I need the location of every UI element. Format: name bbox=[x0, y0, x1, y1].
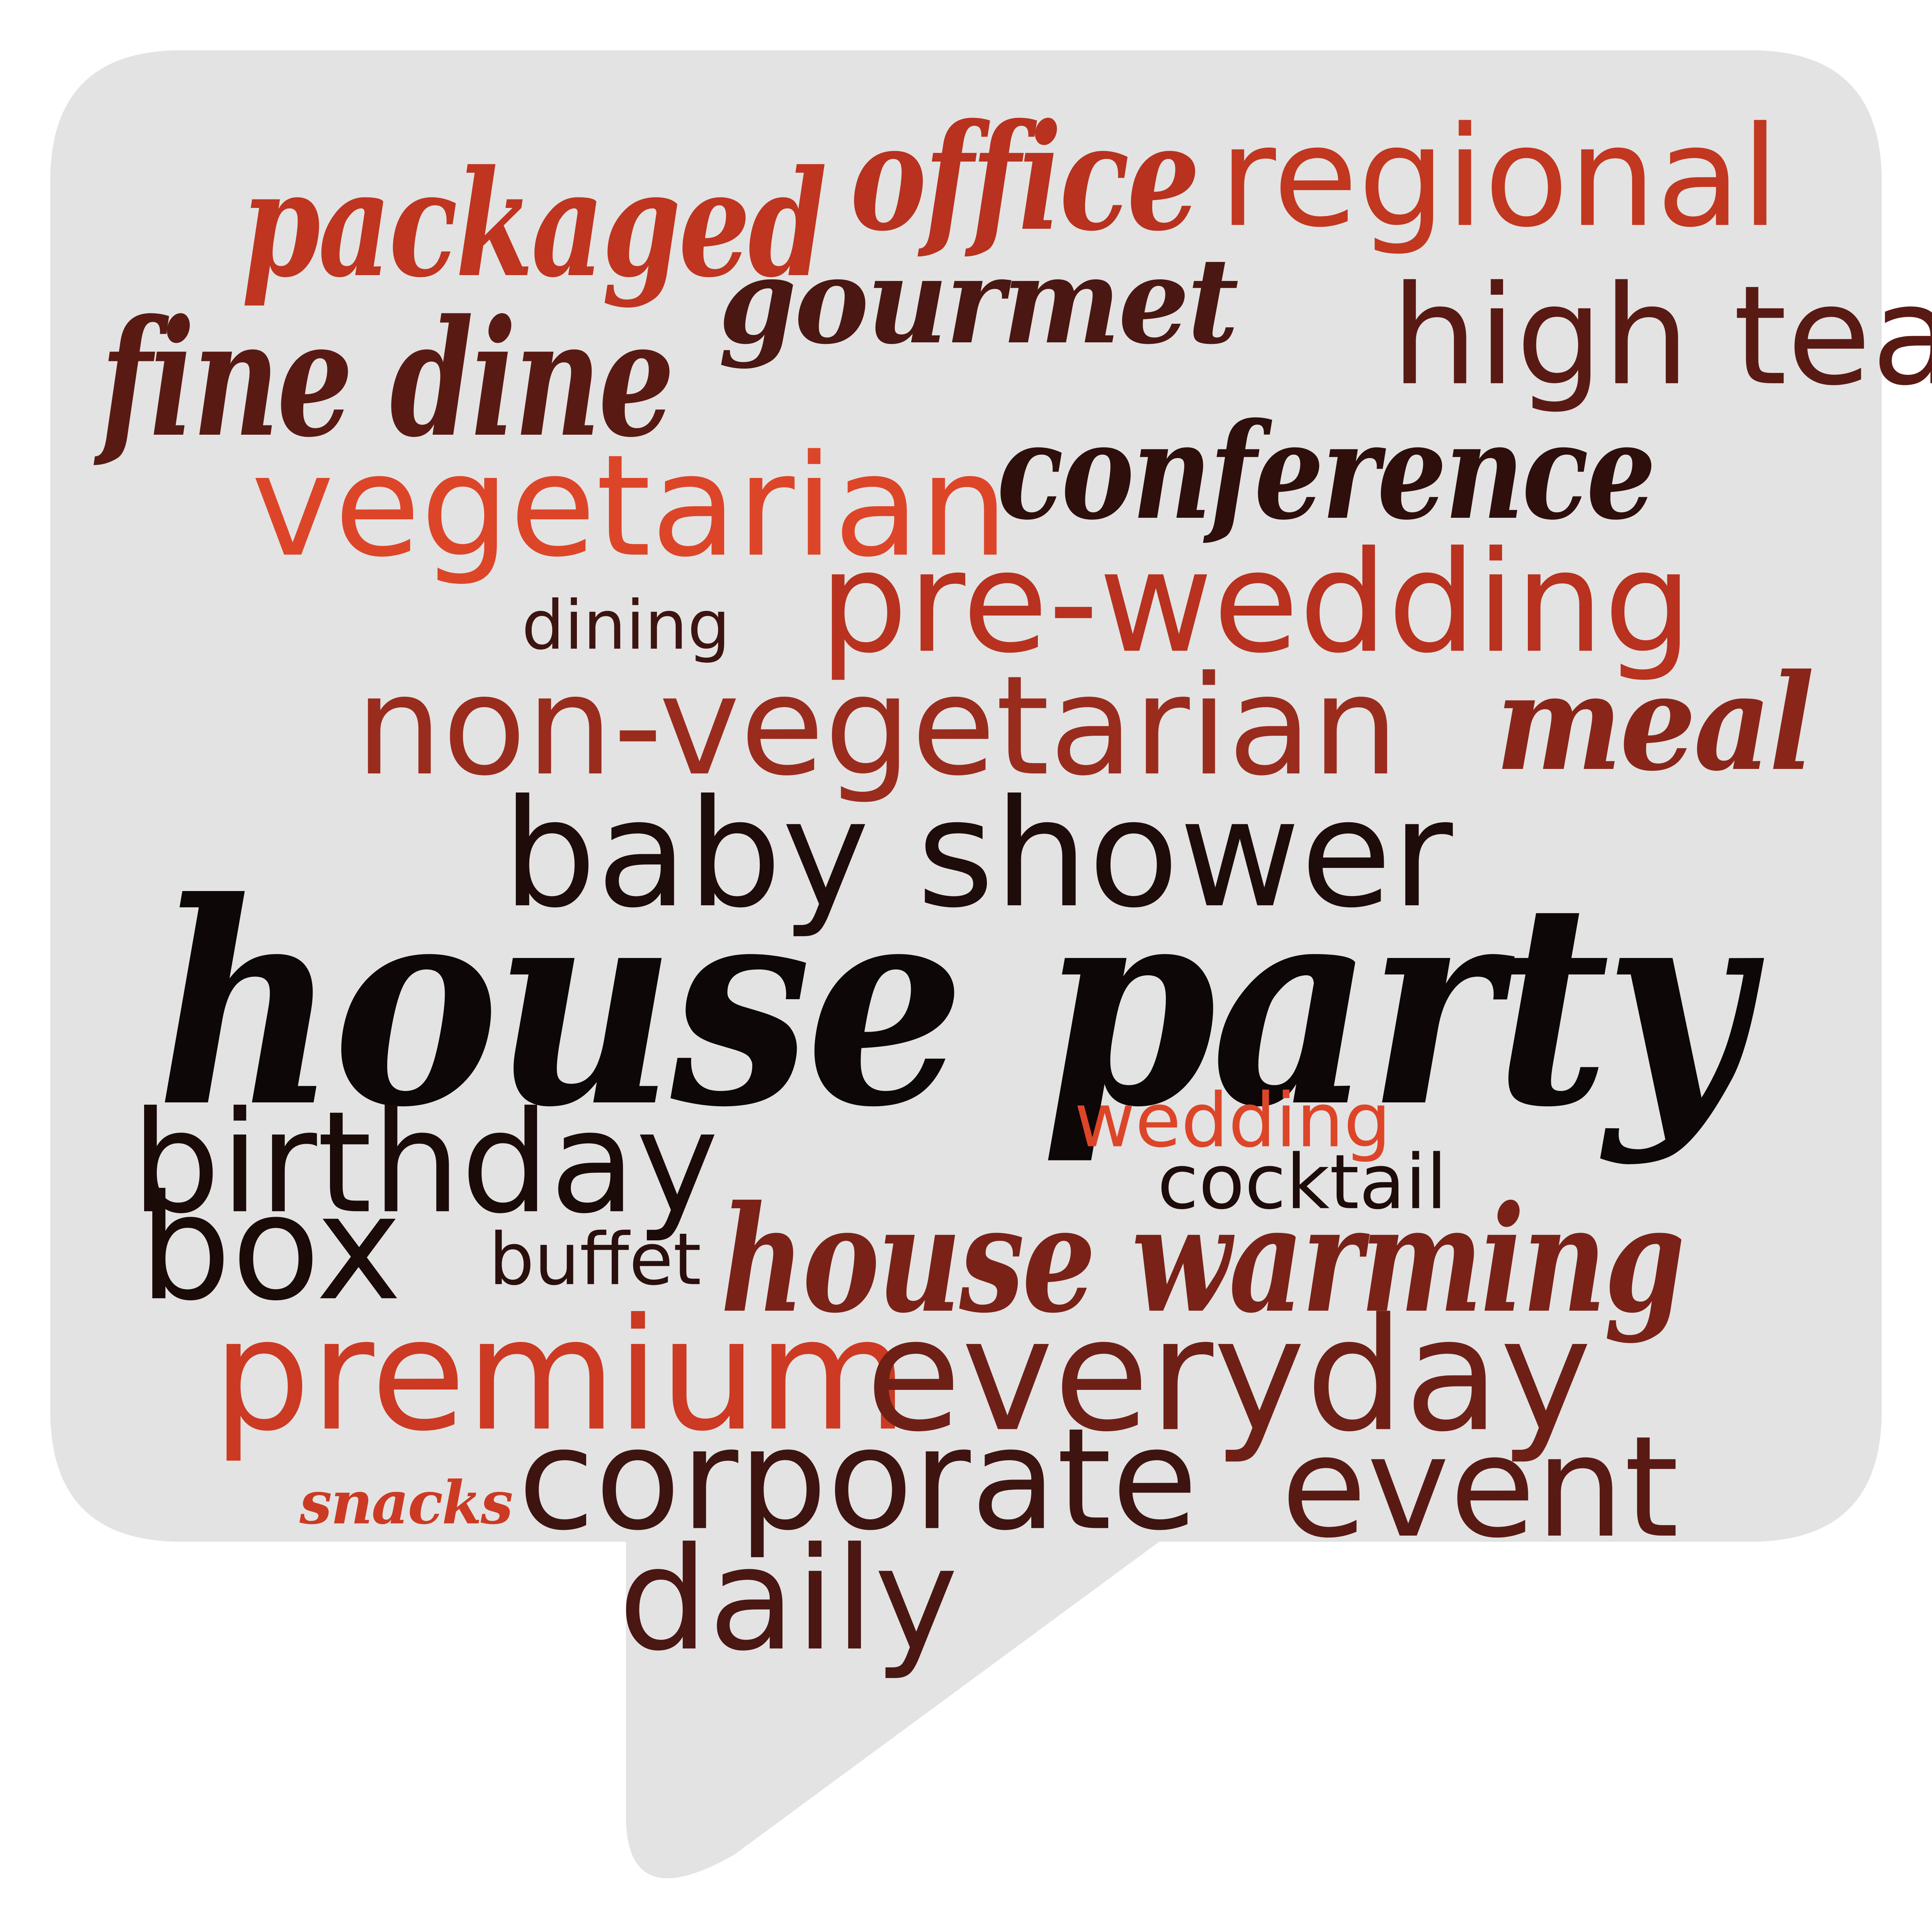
word-event: event bbox=[1281, 1406, 1679, 1569]
word-office: office bbox=[850, 92, 1200, 264]
word-regional: regional bbox=[1219, 97, 1779, 258]
word-gourmet: gourmet bbox=[718, 232, 1239, 371]
word-cloud-canvas: packaged office regional fine dine gourm… bbox=[0, 0, 1932, 1932]
word-meal: meal bbox=[1495, 645, 1815, 800]
word-buffet: buffet bbox=[489, 1218, 701, 1301]
word-high-tea: high tea bbox=[1391, 256, 1932, 416]
word-daily: daily bbox=[618, 1517, 958, 1682]
word-conference: conference bbox=[997, 394, 1656, 549]
word-snacks: snacks bbox=[299, 1468, 513, 1538]
